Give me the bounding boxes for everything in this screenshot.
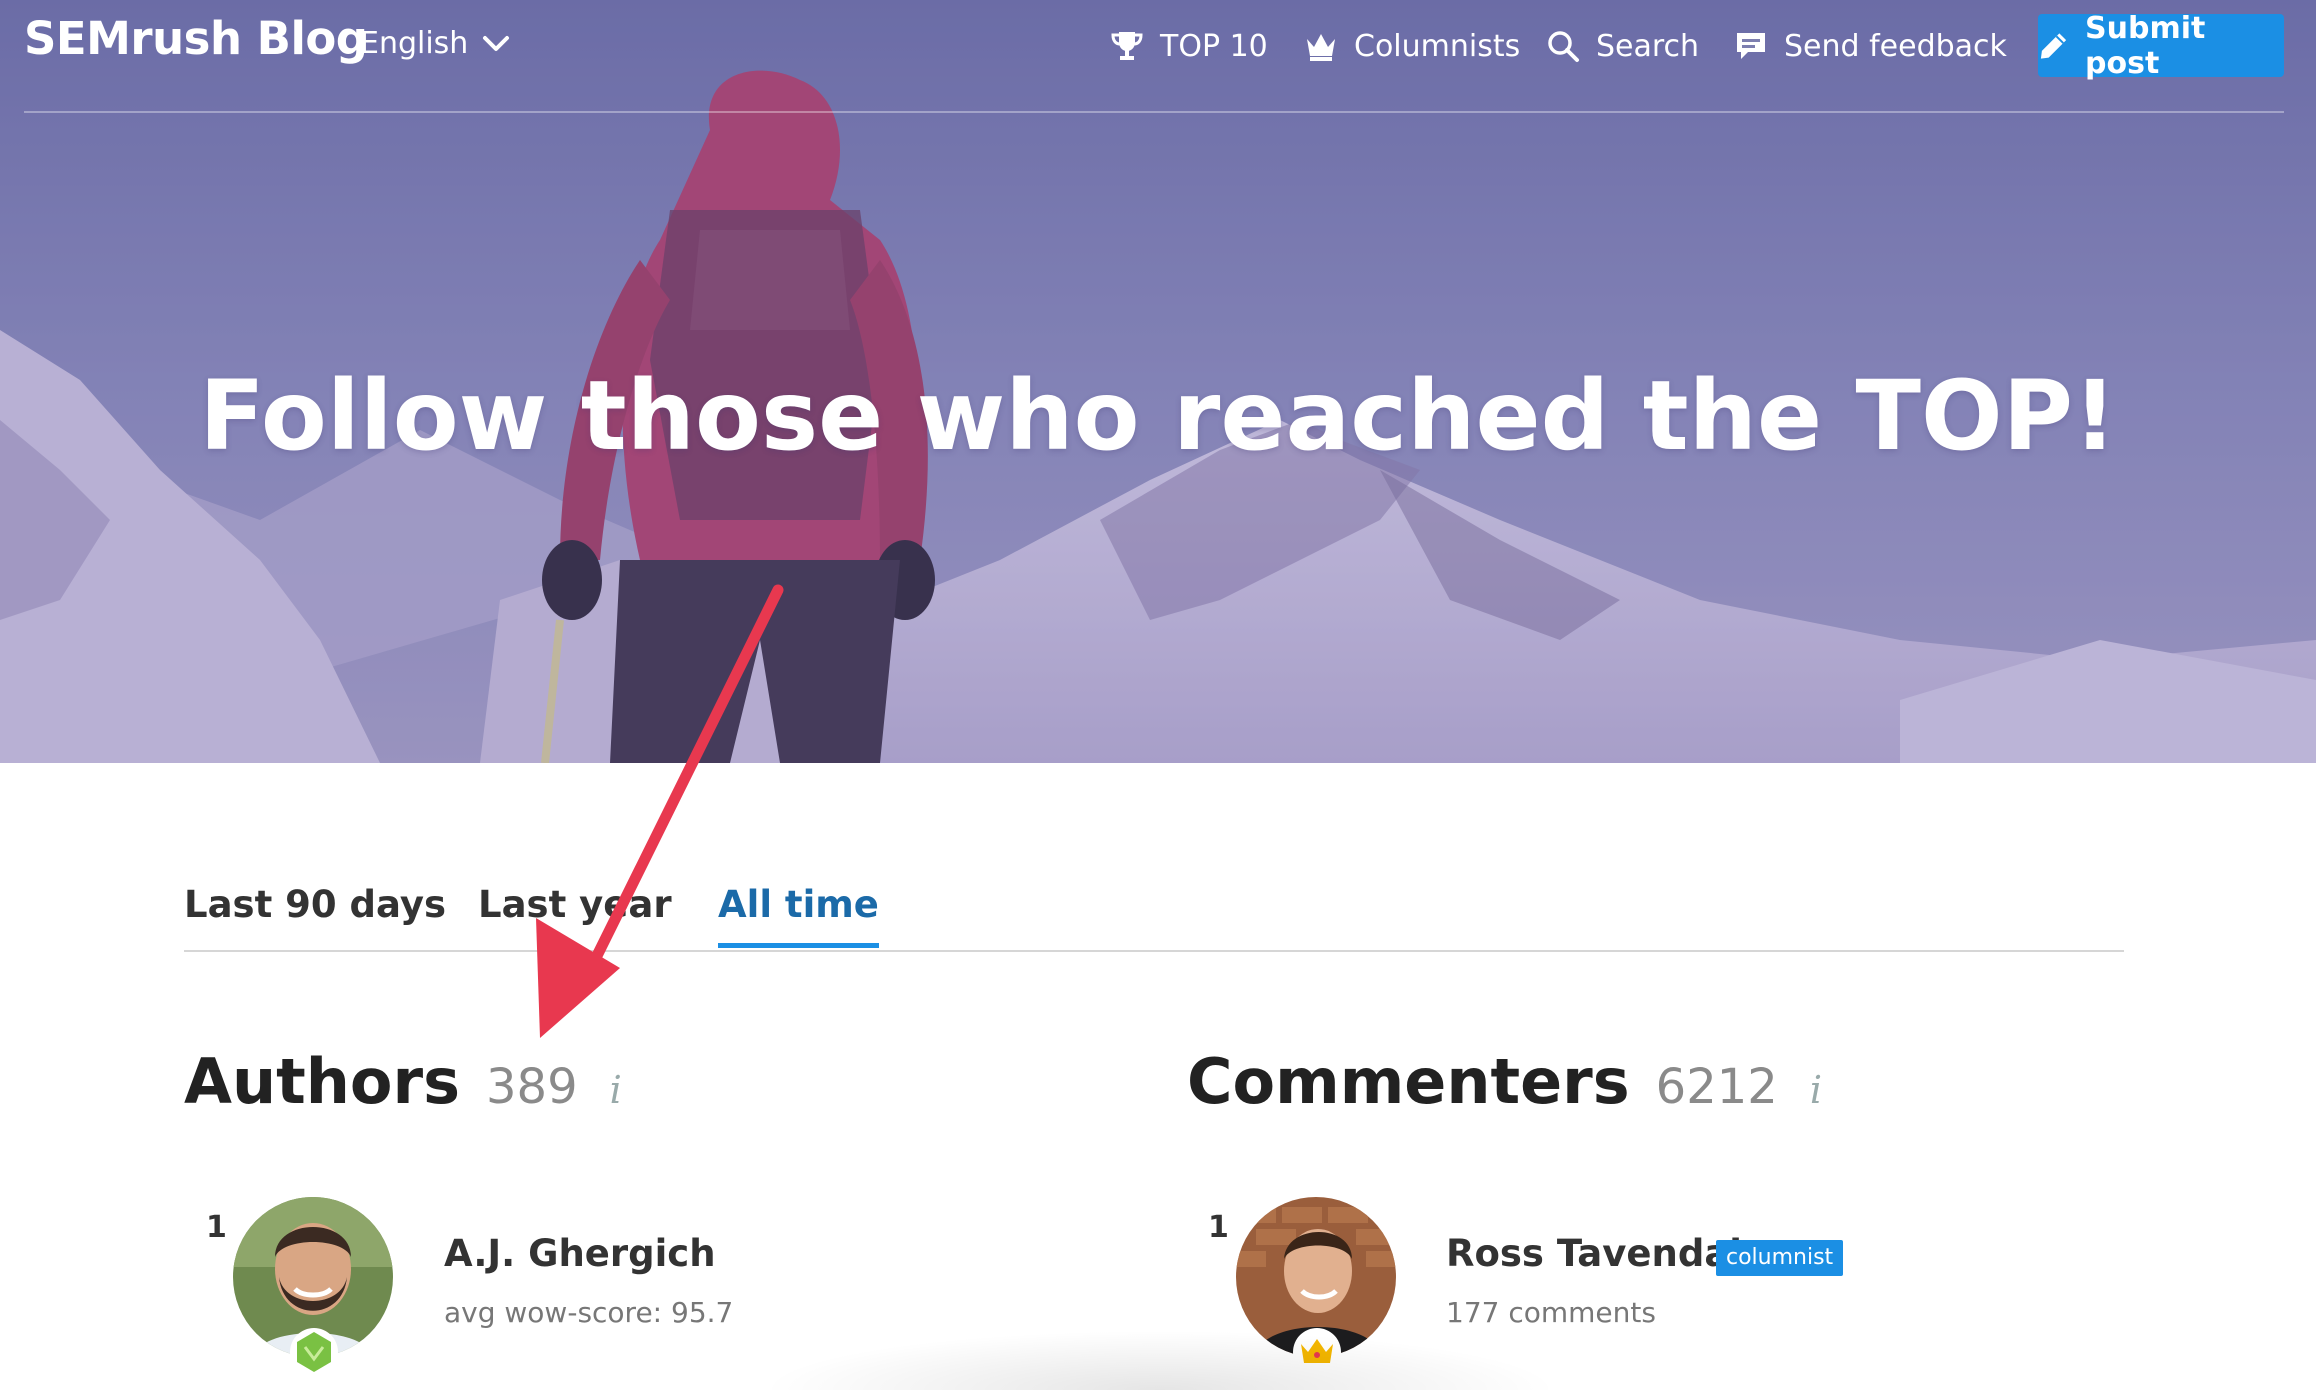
crown-icon: [1307, 34, 1335, 61]
hero-headline: Follow those who reached the TOP!: [199, 360, 2117, 472]
author-name[interactable]: A.J. Ghergich: [444, 1232, 716, 1275]
tab-all-time[interactable]: All time: [718, 883, 879, 948]
site-logo[interactable]: SEMrush Blog: [24, 12, 368, 65]
author-rank: 1: [206, 1210, 227, 1245]
scroll-shadow: [760, 1330, 1560, 1390]
nav-feedback-link[interactable]: Send feedback: [1734, 26, 2007, 66]
tab-last-year[interactable]: Last year: [478, 883, 672, 944]
language-label: English: [360, 26, 469, 61]
submit-post-button[interactable]: Submit post: [2038, 11, 2284, 81]
authors-title: Authors: [184, 1045, 460, 1118]
hero-banner: SEMrush Blog English TOP 10 Columnists S…: [0, 0, 2316, 763]
nav-search-label: Search: [1596, 28, 1700, 64]
commenters-count: 6212: [1655, 1059, 1778, 1115]
tab-last-90-days[interactable]: Last 90 days: [184, 883, 446, 944]
authors-count: 389: [485, 1059, 578, 1115]
commenter-comments-count: 177 comments: [1446, 1296, 1656, 1329]
chevron-down-icon: [483, 35, 510, 51]
language-selector[interactable]: English: [360, 26, 510, 61]
chat-bubble-icon: [1737, 33, 1765, 59]
nav-divider: [24, 111, 2284, 113]
nav-feedback-label: Send feedback: [1784, 28, 2007, 64]
search-icon: [1548, 31, 1579, 62]
columnist-badge: columnist: [1716, 1240, 1844, 1276]
author-wow-score: avg wow-score: 95.7: [444, 1296, 734, 1329]
commenter-rank: 1: [1208, 1210, 1229, 1245]
nav-search-link[interactable]: Search: [1546, 26, 1699, 66]
commenters-title: Commenters: [1187, 1045, 1630, 1118]
nav-columnists-label: Columnists: [1354, 28, 1521, 64]
pencil-icon: [2040, 32, 2067, 59]
authors-info-icon[interactable]: i: [610, 1068, 622, 1112]
author-avatar[interactable]: [233, 1197, 393, 1376]
time-range-tabs: Last 90 days Last year All time: [184, 875, 2124, 952]
authors-heading: Authors 389 i: [184, 1045, 622, 1118]
trophy-icon: [1111, 32, 1143, 60]
top-navigation: SEMrush Blog English TOP 10 Columnists S…: [0, 0, 2316, 113]
nav-top10-link[interactable]: TOP 10: [1110, 26, 1268, 66]
nav-columnists-link[interactable]: Columnists: [1304, 26, 1520, 66]
hexagon-badge-icon: [290, 1328, 338, 1376]
nav-top10-label: TOP 10: [1160, 28, 1268, 64]
commenters-info-icon[interactable]: i: [1810, 1068, 1822, 1112]
submit-post-label: Submit post: [2085, 10, 2206, 81]
commenters-heading: Commenters 6212 i: [1187, 1045, 1822, 1118]
